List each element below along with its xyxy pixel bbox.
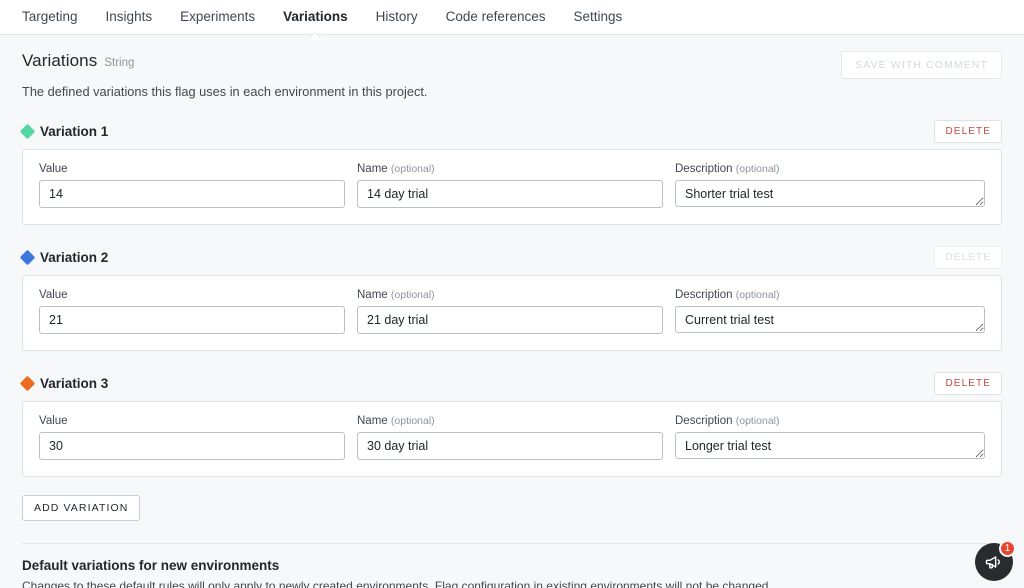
value-input[interactable]	[39, 306, 345, 334]
tab-bar: Targeting Insights Experiments Variation…	[0, 0, 1024, 35]
value-label: Value	[39, 163, 68, 175]
name-label: Name (optional)	[357, 163, 435, 175]
description-field: Description (optional) Shorter trial tes…	[675, 163, 985, 208]
variation-card: Value Name (optional) Description (optio…	[22, 149, 1002, 225]
tab-history[interactable]: History	[362, 0, 432, 34]
page-header: Variations String The defined variations…	[22, 51, 1002, 99]
announcements-button[interactable]: 1	[975, 540, 1016, 581]
page-title: Variations	[22, 51, 98, 70]
add-variation-button[interactable]: ADD VARIATION	[22, 495, 141, 521]
tab-code-references[interactable]: Code references	[432, 0, 560, 34]
section-divider	[22, 542, 1002, 544]
variation-header: Variation 1 DELETE	[19, 119, 1002, 143]
variation-name-label: Variation 2	[40, 249, 109, 265]
description-label: Description (optional)	[675, 163, 780, 175]
value-input[interactable]	[39, 432, 345, 460]
value-input[interactable]	[39, 180, 345, 208]
name-input[interactable]	[357, 180, 663, 208]
title-row: Variations String	[22, 51, 427, 71]
value-field: Value	[39, 163, 345, 208]
default-variations-title: Default variations for new environments	[22, 557, 280, 573]
name-label: Name (optional)	[357, 289, 435, 301]
description-field: Description (optional) Longer trial test	[675, 415, 985, 460]
description-label: Description (optional)	[675, 415, 780, 427]
variation-title: Variation 1	[19, 123, 109, 139]
save-with-comment-button[interactable]: SAVE WITH COMMENT	[841, 51, 1002, 79]
variation-card: Value Name (optional) Description (optio…	[22, 275, 1002, 351]
name-field: Name (optional)	[357, 289, 663, 334]
description-textarea[interactable]: Current trial test	[675, 306, 985, 333]
flag-kind-label: String	[104, 57, 135, 69]
variation-name-label: Variation 1	[40, 123, 109, 139]
name-field: Name (optional)	[357, 415, 663, 460]
variation-diamond-icon	[19, 375, 36, 391]
description-textarea[interactable]: Longer trial test	[675, 432, 985, 459]
name-field: Name (optional)	[357, 163, 663, 208]
tab-variations[interactable]: Variations	[269, 0, 362, 34]
description-textarea[interactable]: Shorter trial test	[675, 180, 985, 207]
value-field: Value	[39, 289, 345, 334]
variation-block: Variation 1 DELETE Value Name (optional)…	[19, 119, 1002, 225]
name-label: Name (optional)	[357, 415, 435, 427]
announcement-badge: 1	[999, 540, 1016, 557]
delete-variation-button[interactable]: DELETE	[934, 371, 1002, 395]
megaphone-icon	[985, 556, 1001, 569]
tab-settings[interactable]: Settings	[559, 0, 636, 34]
variations-page: Variations String The defined variations…	[0, 35, 1024, 588]
page-description: The defined variations this flag uses in…	[22, 84, 428, 99]
value-field: Value	[39, 415, 345, 460]
variation-card: Value Name (optional) Description (optio…	[22, 401, 1002, 477]
variation-block: Variation 3 DELETE Value Name (optional)…	[19, 371, 1002, 477]
delete-variation-button[interactable]: DELETE	[934, 245, 1002, 269]
variation-header: Variation 2 DELETE	[19, 245, 1002, 269]
value-label: Value	[39, 415, 68, 427]
variation-diamond-icon	[19, 249, 36, 265]
name-input[interactable]	[357, 432, 663, 460]
value-label: Value	[39, 289, 68, 301]
description-field: Description (optional) Current trial tes…	[675, 289, 985, 334]
variation-header: Variation 3 DELETE	[19, 371, 1002, 395]
tab-experiments[interactable]: Experiments	[166, 0, 269, 34]
variation-title: Variation 2	[19, 249, 109, 265]
description-label: Description (optional)	[675, 289, 780, 301]
default-variations-description: Changes to these default rules will only…	[22, 578, 772, 588]
name-input[interactable]	[357, 306, 663, 334]
delete-variation-button[interactable]: DELETE	[934, 119, 1002, 143]
variation-name-label: Variation 3	[40, 375, 109, 391]
variation-title: Variation 3	[19, 375, 109, 391]
tab-targeting[interactable]: Targeting	[22, 0, 92, 34]
tab-insights[interactable]: Insights	[92, 0, 167, 34]
variation-block: Variation 2 DELETE Value Name (optional)…	[19, 245, 1002, 351]
variation-diamond-icon	[19, 123, 36, 139]
